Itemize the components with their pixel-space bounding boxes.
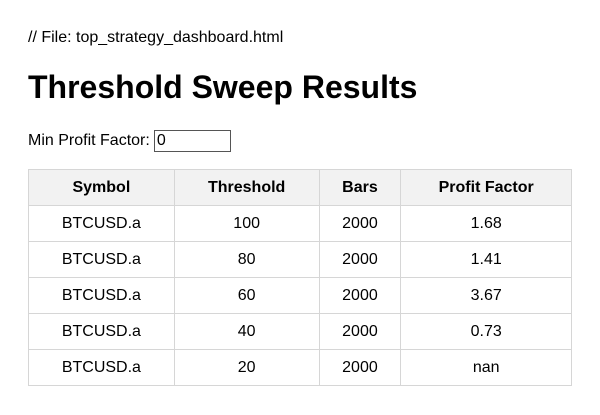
cell-symbol: BTCUSD.a	[28, 349, 175, 386]
results-table: Symbol Threshold Bars Profit Factor BTCU…	[28, 169, 572, 386]
cell-profit-factor: 3.67	[400, 277, 572, 314]
cell-profit-factor: 0.73	[400, 313, 572, 350]
min-profit-factor-filter: Min Profit Factor:	[28, 129, 231, 153]
cell-threshold: 60	[173, 277, 320, 314]
cell-profit-factor: nan	[400, 349, 572, 386]
cell-profit-factor: 1.68	[400, 205, 572, 242]
cell-symbol: BTCUSD.a	[28, 205, 175, 242]
file-comment: // File: top_strategy_dashboard.html	[28, 29, 284, 46]
cell-bars: 2000	[318, 313, 402, 350]
min-profit-factor-label: Min Profit Factor:	[28, 132, 150, 149]
cell-symbol: BTCUSD.a	[28, 313, 175, 350]
page-title: Threshold Sweep Results	[28, 69, 418, 105]
cell-bars: 2000	[318, 241, 402, 278]
cell-bars: 2000	[318, 349, 402, 386]
table-row: BTCUSD.a 60 2000 3.67	[28, 277, 572, 314]
table-row: BTCUSD.a 80 2000 1.41	[28, 241, 572, 278]
cell-threshold: 80	[173, 241, 320, 278]
cell-symbol: BTCUSD.a	[28, 277, 175, 314]
table-row: BTCUSD.a 100 2000 1.68	[28, 205, 572, 242]
cell-profit-factor: 1.41	[400, 241, 572, 278]
cell-threshold: 40	[173, 313, 320, 350]
table-header-row: Symbol Threshold Bars Profit Factor	[28, 169, 572, 206]
min-profit-factor-input[interactable]	[153, 130, 231, 152]
table-row: BTCUSD.a 20 2000 nan	[28, 349, 572, 386]
cell-bars: 2000	[318, 205, 402, 242]
column-header-threshold[interactable]: Threshold	[173, 169, 320, 206]
column-header-profit-factor[interactable]: Profit Factor	[400, 169, 572, 206]
cell-threshold: 20	[173, 349, 320, 386]
cell-symbol: BTCUSD.a	[28, 241, 175, 278]
cell-threshold: 100	[173, 205, 320, 242]
table-row: BTCUSD.a 40 2000 0.73	[28, 313, 572, 350]
cell-bars: 2000	[318, 277, 402, 314]
column-header-symbol[interactable]: Symbol	[28, 169, 175, 206]
column-header-bars[interactable]: Bars	[318, 169, 402, 206]
